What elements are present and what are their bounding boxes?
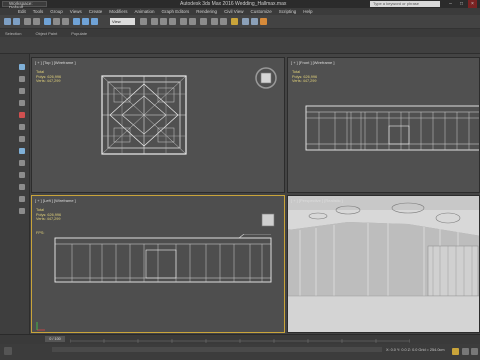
viewport-label[interactable]: [ + ] [Top ] [Wireframe ] <box>35 60 76 65</box>
render-icon[interactable] <box>260 18 267 25</box>
minimize-icon[interactable]: – <box>446 0 455 8</box>
mirror-icon[interactable] <box>180 18 187 25</box>
coordinate-readout: X: 0.0 Y: 0.0 Z: 0.0 Grid = 254.0cm <box>386 348 445 352</box>
viewcube-icon[interactable] <box>254 66 278 90</box>
select-object-icon[interactable] <box>44 18 51 25</box>
utilities-icon[interactable] <box>19 124 25 130</box>
perspective-render <box>288 196 479 332</box>
title-bar: Workspace: Default Autodesk 3ds Max 2016… <box>0 0 480 10</box>
shape-icon[interactable] <box>19 208 25 214</box>
menu-modifiers[interactable]: Modifiers <box>109 9 127 14</box>
time-slider[interactable]: 0 / 100 <box>45 336 65 342</box>
window-title: Autodesk 3ds Max 2016 Wedding_Hallmax.ma… <box>180 1 287 7</box>
fps-readout: FPS: <box>36 231 45 235</box>
menu-scripting[interactable]: Scripting <box>279 9 297 14</box>
stats-verts: Verts: 447,299 <box>36 79 61 84</box>
redo-icon[interactable] <box>13 18 20 25</box>
viewport-stats: Total Polys: 626,996 Verts: 447,299 <box>36 208 61 222</box>
menu-edit[interactable]: Edit <box>18 9 26 14</box>
viewport-label[interactable]: [ + ] [Perspective ] [Realistic ] <box>291 198 343 203</box>
set-key-icon[interactable] <box>462 348 469 355</box>
create-icon[interactable] <box>19 64 25 70</box>
pivot-icon[interactable] <box>140 18 147 25</box>
curve-editor-icon[interactable] <box>211 18 218 25</box>
maxscript-listener-icon[interactable] <box>4 347 12 355</box>
axis-tripod-icon <box>36 322 45 331</box>
menu-tools[interactable]: Tools <box>33 9 44 14</box>
paint-icon[interactable] <box>19 112 25 118</box>
front-view-wireframe <box>305 105 479 151</box>
maximize-icon[interactable]: □ <box>457 0 466 8</box>
viewport-top[interactable]: [ + ] [Top ] [Wireframe ] Total Polys: 6… <box>31 57 285 193</box>
menu-customize[interactable]: Customize <box>250 9 271 14</box>
time-slider-bar: 0 / 100 <box>0 334 480 344</box>
light-icon[interactable] <box>19 160 25 166</box>
menu-help[interactable]: Help <box>303 9 312 14</box>
unlink-icon[interactable] <box>33 18 40 25</box>
viewport-label[interactable]: [ + ] [Front ] [Wireframe ] <box>291 60 334 65</box>
viewport-stats: Total Polys: 626,996 Verts: 447,299 <box>36 70 61 84</box>
tab-object-paint[interactable]: Object Paint <box>35 31 57 36</box>
viewport-label[interactable]: [ + ] [Left ] [Wireframe ] <box>35 198 76 203</box>
rectangle-selection-icon[interactable] <box>62 18 69 25</box>
viewport-left[interactable]: [ + ] [Left ] [Wireframe ] Total Polys: … <box>31 195 285 333</box>
layer-icon[interactable] <box>200 18 207 25</box>
tab-selection[interactable]: Selection <box>5 31 21 36</box>
viewport-front[interactable]: [ + ] [Front ] [Wireframe ] Total Polys:… <box>287 57 480 193</box>
menu-rendering[interactable]: Rendering <box>196 9 217 14</box>
link-icon[interactable] <box>24 18 31 25</box>
rendered-frame-icon[interactable] <box>251 18 258 25</box>
main-toolbar: View <box>0 15 480 29</box>
align-icon[interactable] <box>189 18 196 25</box>
viewport-stats: Total Polys: 626,996 Verts: 447,299 <box>292 70 317 84</box>
status-bar: X: 0.0 Y: 0.0 Z: 0.0 Grid = 254.0cm <box>0 344 480 360</box>
menu-graph-editors[interactable]: Graph Editors <box>162 9 190 14</box>
hierarchy-icon[interactable] <box>19 88 25 94</box>
display-icon[interactable] <box>19 136 25 142</box>
workspace-dropdown[interactable]: Workspace: Default <box>2 1 47 10</box>
menu-bar: Edit Tools Group Views Create Modifiers … <box>0 8 480 15</box>
schematic-view-icon[interactable] <box>220 18 227 25</box>
helper-icon[interactable] <box>19 172 25 178</box>
stats-verts: Verts: 447,299 <box>292 79 317 84</box>
menu-group[interactable]: Group <box>50 9 63 14</box>
system-icon[interactable] <box>19 196 25 202</box>
menu-views[interactable]: Views <box>70 9 82 14</box>
undo-icon[interactable] <box>4 18 11 25</box>
menu-civil-view[interactable]: Civil View <box>224 9 243 14</box>
menu-create[interactable]: Create <box>89 9 103 14</box>
menu-animation[interactable]: Animation <box>135 9 155 14</box>
prompt-line <box>52 347 382 352</box>
zoom-extents-icon[interactable] <box>471 348 478 355</box>
spacewarp-icon[interactable] <box>19 184 25 190</box>
percent-snap-icon[interactable] <box>169 18 176 25</box>
render-setup-icon[interactable] <box>242 18 249 25</box>
modify-icon[interactable] <box>19 76 25 82</box>
viewcube-icon[interactable] <box>258 210 278 230</box>
scale-icon[interactable] <box>91 18 98 25</box>
left-view-wireframe <box>54 234 272 283</box>
tab-populate[interactable]: Populate <box>71 31 87 36</box>
rotate-icon[interactable] <box>82 18 89 25</box>
top-view-wireframe <box>101 75 187 155</box>
move-icon[interactable] <box>73 18 80 25</box>
auto-key-icon[interactable] <box>452 348 459 355</box>
camera-icon[interactable] <box>19 148 25 154</box>
motion-icon[interactable] <box>19 100 25 106</box>
material-editor-icon[interactable] <box>231 18 238 25</box>
ribbon-panel <box>0 37 480 54</box>
close-icon[interactable]: × <box>468 0 477 8</box>
left-toolbar <box>0 54 30 334</box>
viewport-perspective[interactable]: [ + ] [Perspective ] [Realistic ] <box>287 195 480 333</box>
select-by-name-icon[interactable] <box>53 18 60 25</box>
snap-icon[interactable] <box>151 18 158 25</box>
reference-coordinate-dropdown[interactable]: View <box>110 18 135 25</box>
stats-verts: Verts: 447,299 <box>36 217 61 222</box>
search-input[interactable]: Type a keyword or phrase <box>370 1 440 7</box>
ribbon-tabs: Selection Object Paint Populate <box>0 29 480 37</box>
angle-snap-icon[interactable] <box>160 18 167 25</box>
